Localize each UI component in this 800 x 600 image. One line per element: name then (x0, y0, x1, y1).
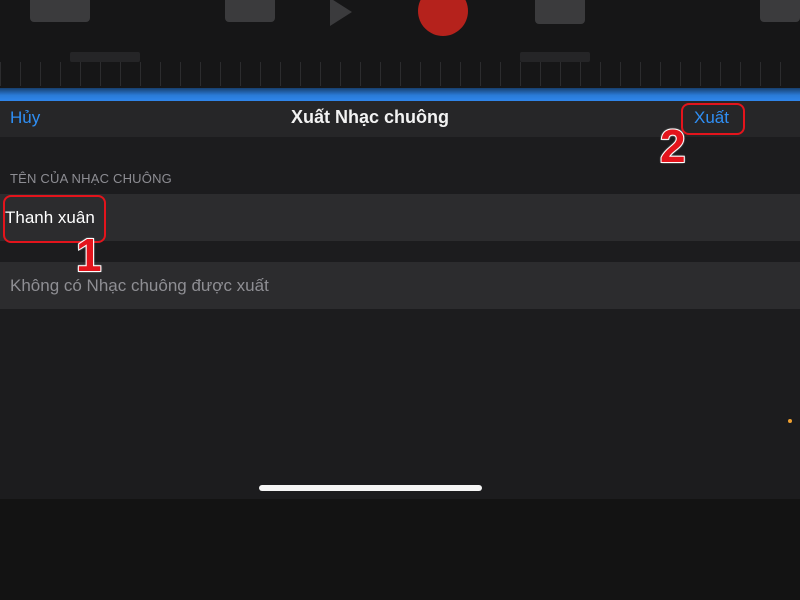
bottom-background (0, 499, 800, 600)
record-icon (418, 0, 468, 36)
background-timeline-ruler (0, 62, 800, 86)
page-title: Xuất Nhạc chuông (290, 107, 449, 127)
background-ruler-label (70, 52, 140, 62)
play-icon (330, 0, 352, 26)
background-toolbar-icon (760, 0, 800, 22)
privacy-indicator-dot (788, 419, 792, 423)
background-toolbar (0, 0, 800, 88)
background-ruler-label (520, 52, 590, 62)
background-toolbar-icon (535, 0, 585, 24)
exported-ringtones-cell: Không có Nhạc chuông được xuất (0, 262, 800, 309)
annotation-highlight-export (681, 103, 745, 135)
annotation-step-2: 2 (659, 120, 687, 172)
home-indicator[interactable] (259, 485, 482, 491)
no-ringtones-text: Không có Nhạc chuông được xuất (10, 276, 269, 295)
background-track-highlight (0, 88, 800, 101)
background-toolbar-icon (30, 0, 90, 22)
annotation-step-1: 1 (75, 229, 103, 281)
ringtone-name-cell[interactable] (0, 194, 800, 241)
background-toolbar-icon (225, 0, 275, 22)
section-header: TÊN CỦA NHẠC CHUÔNG (10, 171, 172, 186)
